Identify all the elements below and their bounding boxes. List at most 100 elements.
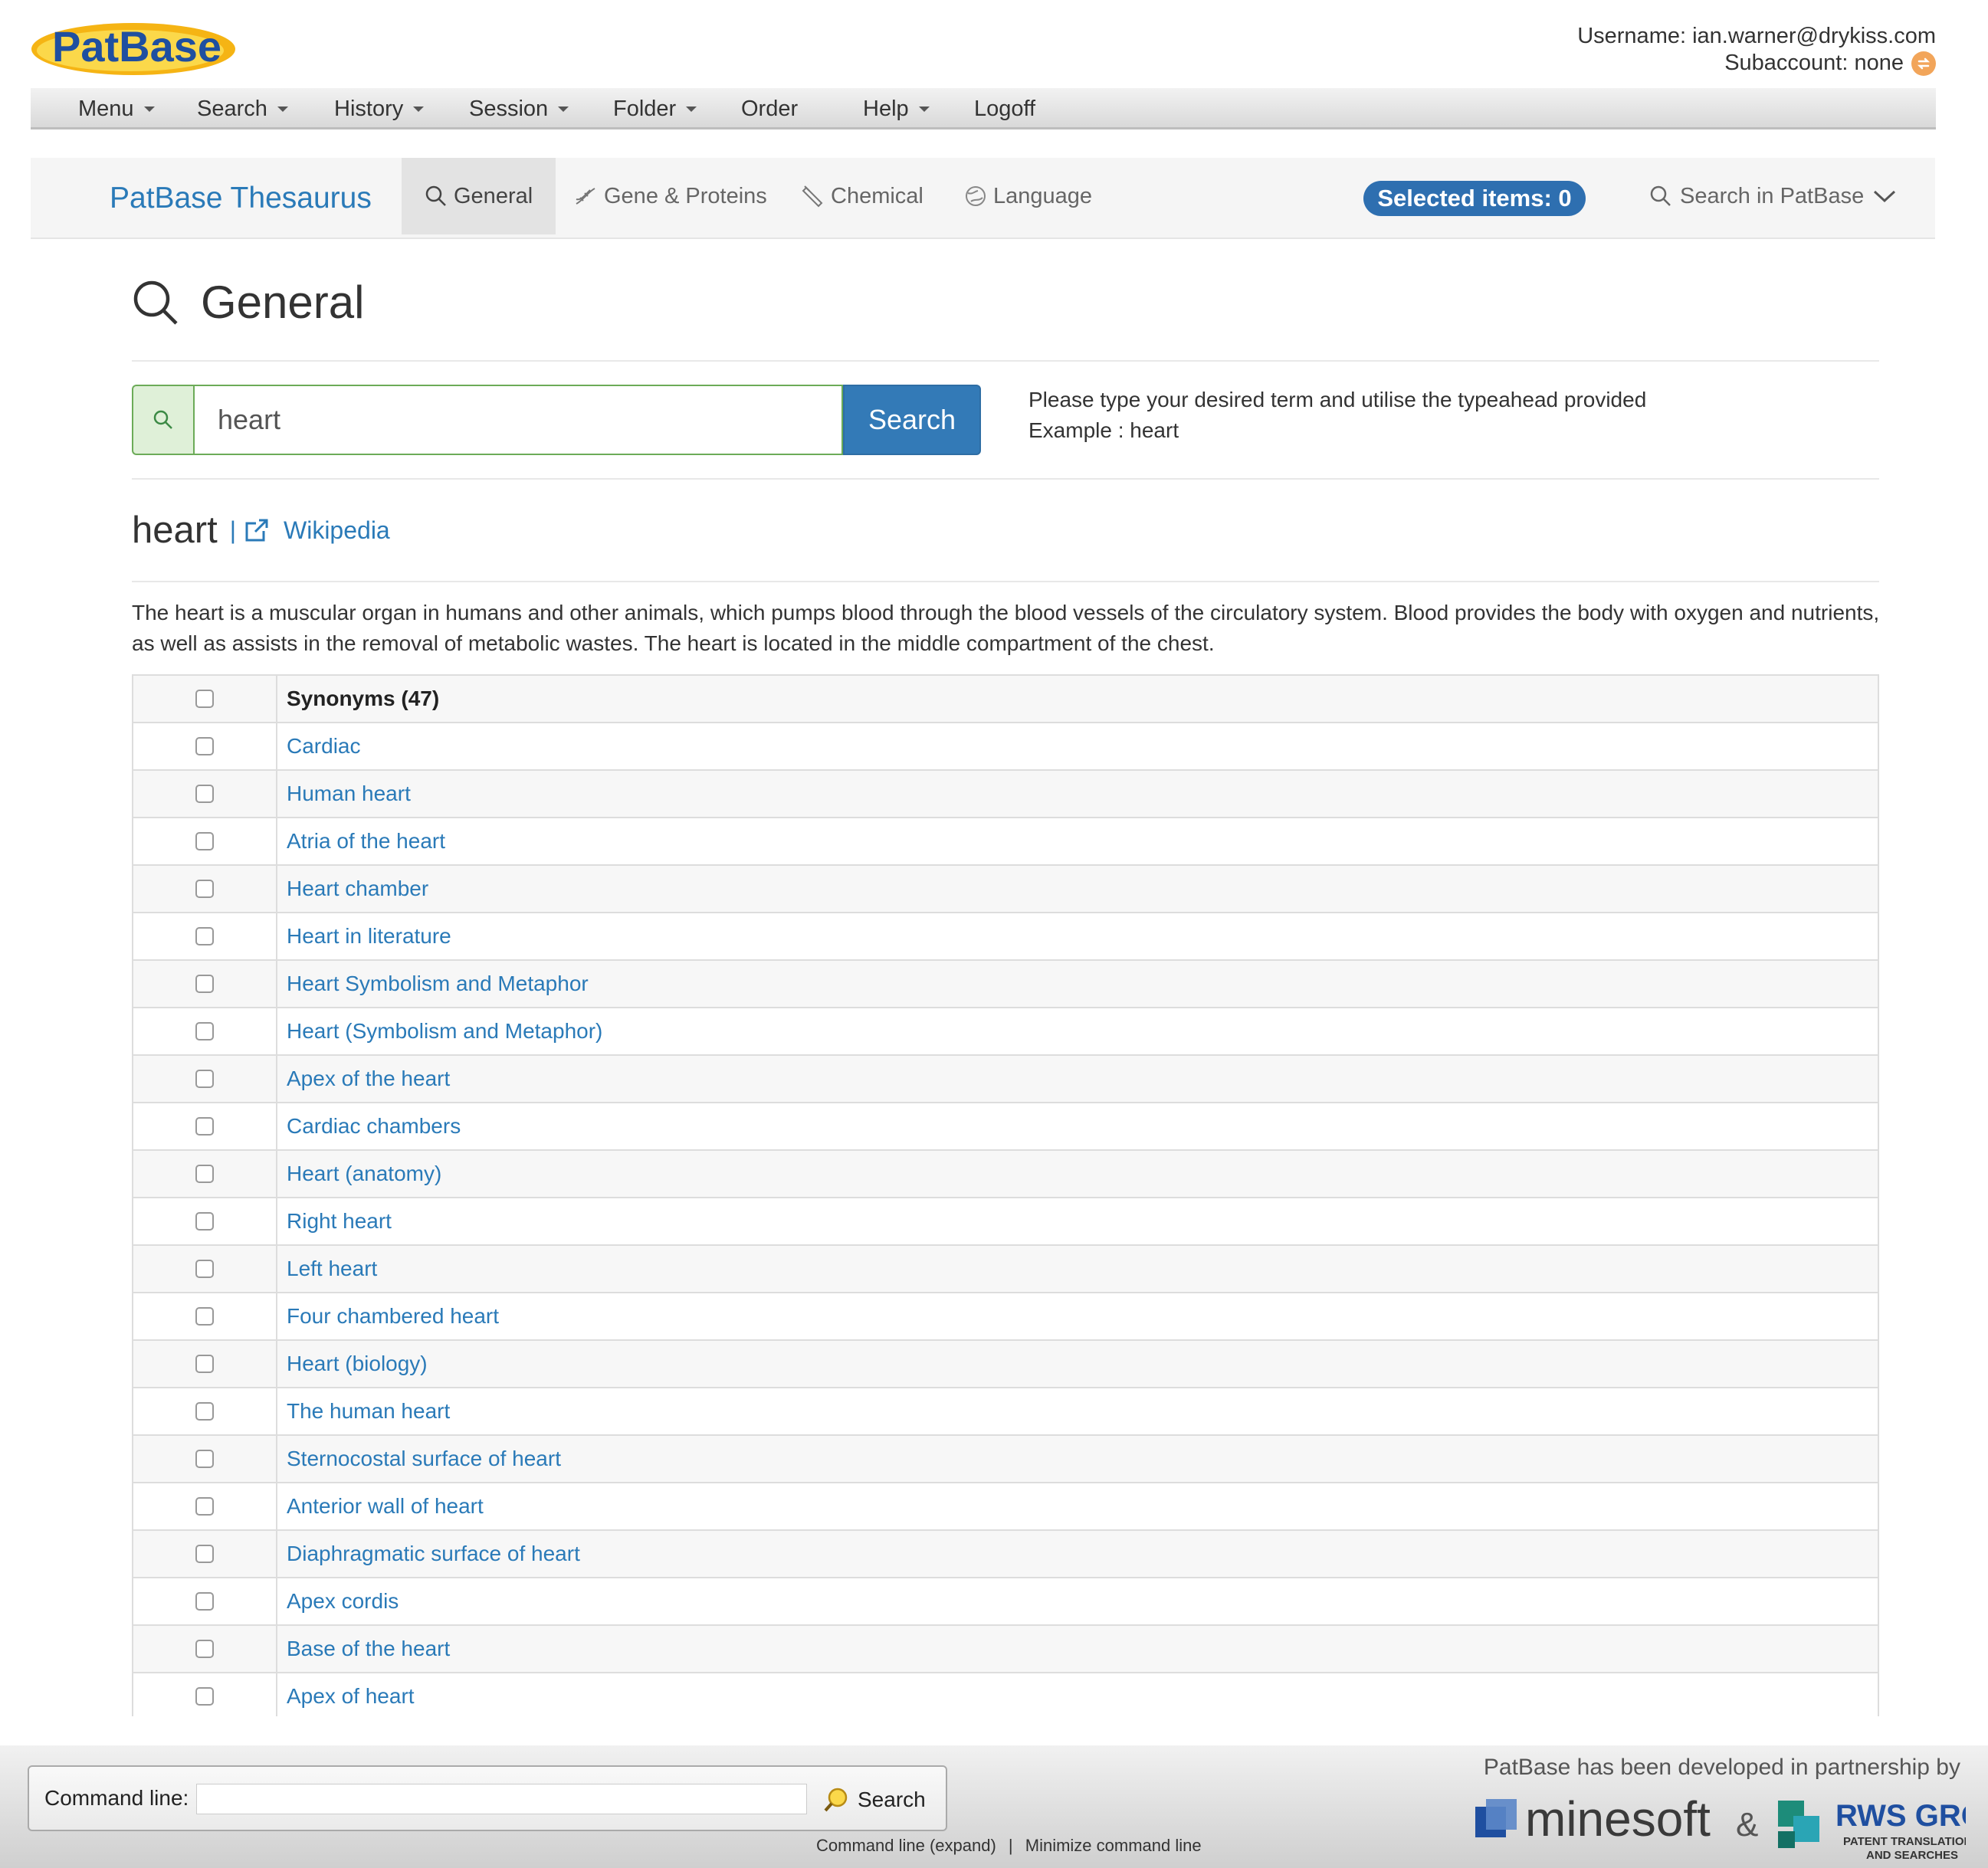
command-line-box: Command line: Search (28, 1765, 947, 1831)
tab-general[interactable]: General (402, 158, 556, 234)
search-button[interactable]: Search (843, 385, 981, 455)
select-all-cell (133, 676, 277, 722)
synonym-link[interactable]: Heart (biology) (277, 1341, 1878, 1387)
row-checkbox[interactable] (195, 1355, 214, 1373)
table-row: Left heart (133, 1244, 1878, 1292)
tab-language[interactable]: Language (964, 158, 1092, 234)
command-search-button[interactable]: Search (822, 1778, 926, 1822)
command-search-label: Search (858, 1788, 926, 1811)
synonym-link[interactable]: Heart (anatomy) (277, 1151, 1878, 1197)
swap-account-icon[interactable] (1911, 51, 1936, 76)
page-heading: General (132, 276, 364, 329)
table-row: Heart Symbolism and Metaphor (133, 959, 1878, 1007)
menu-logoff[interactable]: Logoff (974, 88, 1035, 129)
tab-gene-proteins[interactable]: Gene & Proteins (573, 158, 767, 234)
row-checkbox[interactable] (195, 1212, 214, 1231)
synonym-link[interactable]: Atria of the heart (277, 818, 1878, 864)
synonym-link[interactable]: Anterior wall of heart (277, 1483, 1878, 1529)
row-checkbox[interactable] (195, 1687, 214, 1706)
magnifier-icon (824, 1788, 848, 1812)
row-checkbox[interactable] (195, 1497, 214, 1516)
synonym-link[interactable]: Apex of heart (277, 1673, 1878, 1716)
menu-session[interactable]: Session (469, 88, 569, 129)
menu-history[interactable]: History (334, 88, 425, 129)
row-checkbox[interactable] (195, 1592, 214, 1611)
search-icon (1650, 185, 1671, 206)
menu-menu[interactable]: Menu (78, 88, 155, 129)
username-text: Username: ian.warner@drykiss.com (1577, 24, 1936, 48)
table-row: Sternocostal surface of heart (133, 1434, 1878, 1482)
row-checkbox[interactable] (195, 1260, 214, 1278)
caret-down-icon (918, 106, 930, 112)
caret-down-icon (277, 106, 288, 112)
synonym-link[interactable]: Cardiac (277, 723, 1878, 769)
patbase-logo[interactable]: PatBase (29, 15, 240, 78)
synonym-link[interactable]: Heart (Symbolism and Metaphor) (277, 1008, 1878, 1054)
synonym-link[interactable]: Apex cordis (277, 1578, 1878, 1624)
row-checkbox[interactable] (195, 975, 214, 993)
search-in-patbase-dropdown[interactable]: Search in PatBase (1649, 158, 1898, 234)
row-checkbox[interactable] (195, 737, 214, 755)
wikipedia-link[interactable]: Wikipedia (244, 516, 390, 545)
caret-down-icon (413, 106, 425, 112)
logo-text: PatBase (52, 22, 221, 70)
search-icon (425, 185, 446, 206)
row-checkbox[interactable] (195, 1640, 214, 1658)
synonym-link[interactable]: Heart chamber (277, 866, 1878, 912)
chevron-down-icon (1874, 190, 1896, 203)
rws-sub1-text: PATENT TRANSLATIONS (1843, 1835, 1966, 1848)
synonym-link[interactable]: Apex of the heart (277, 1056, 1878, 1102)
row-checkbox[interactable] (195, 1022, 214, 1041)
table-row: Human heart (133, 769, 1878, 817)
search-help-text: Please type your desired term and utilis… (1028, 388, 1647, 411)
synonym-link[interactable]: Four chambered heart (277, 1293, 1878, 1339)
row-checkbox[interactable] (195, 785, 214, 803)
synonym-link[interactable]: Heart in literature (277, 913, 1878, 959)
row-select-cell (133, 1388, 277, 1434)
divider (132, 478, 1879, 480)
synonym-link[interactable]: The human heart (277, 1388, 1878, 1434)
search-help: Please type your desired term and utilis… (1028, 385, 1646, 446)
row-checkbox[interactable] (195, 1450, 214, 1468)
search-help-example: Example : heart (1028, 418, 1179, 442)
selected-items-badge[interactable]: Selected items: 0 (1363, 181, 1586, 216)
term-search-input[interactable] (193, 385, 843, 455)
row-checkbox[interactable] (195, 832, 214, 850)
row-checkbox[interactable] (195, 1165, 214, 1183)
synonym-link[interactable]: Cardiac chambers (277, 1103, 1878, 1149)
menu-folder[interactable]: Folder (613, 88, 697, 129)
synonym-link[interactable]: Sternocostal surface of heart (277, 1436, 1878, 1482)
thesaurus-brand[interactable]: PatBase Thesaurus (110, 158, 372, 239)
row-checkbox[interactable] (195, 880, 214, 898)
term-separator: | (229, 516, 236, 544)
synonym-link[interactable]: Human heart (277, 771, 1878, 817)
synonym-link[interactable]: Right heart (277, 1198, 1878, 1244)
row-select-cell (133, 1103, 277, 1149)
row-checkbox[interactable] (195, 927, 214, 945)
row-checkbox[interactable] (195, 1117, 214, 1136)
synonym-link[interactable]: Heart Symbolism and Metaphor (277, 961, 1878, 1007)
expand-command-line-link[interactable]: Command line (expand) (816, 1836, 996, 1855)
row-checkbox[interactable] (195, 1402, 214, 1421)
row-checkbox[interactable] (195, 1545, 214, 1563)
synonym-link[interactable]: Diaphragmatic surface of heart (277, 1531, 1878, 1577)
synonym-link[interactable]: Left heart (277, 1246, 1878, 1292)
menu-help[interactable]: Help (863, 88, 930, 129)
external-link-icon (245, 519, 268, 542)
row-select-cell (133, 1293, 277, 1339)
command-line-input[interactable] (196, 1784, 807, 1814)
term-header: heart | Wikipedia (132, 509, 390, 552)
row-checkbox[interactable] (195, 1070, 214, 1088)
select-all-checkbox[interactable] (195, 690, 214, 708)
table-row: Anterior wall of heart (133, 1482, 1878, 1529)
rws-group-logo: RWS GROUP PATENT TRANSLATIONS AND SEARCH… (1778, 1799, 1966, 1862)
minimize-command-line-link[interactable]: Minimize command line (1025, 1836, 1202, 1855)
menu-order[interactable]: Order (741, 88, 798, 129)
table-row: Heart in literature (133, 912, 1878, 959)
tab-chemical[interactable]: Chemical (802, 158, 923, 234)
menu-search[interactable]: Search (197, 88, 288, 129)
page-title: General (201, 277, 365, 328)
synonym-link[interactable]: Base of the heart (277, 1626, 1878, 1672)
synonyms-header: Synonyms (47) (287, 687, 440, 710)
row-checkbox[interactable] (195, 1307, 214, 1326)
